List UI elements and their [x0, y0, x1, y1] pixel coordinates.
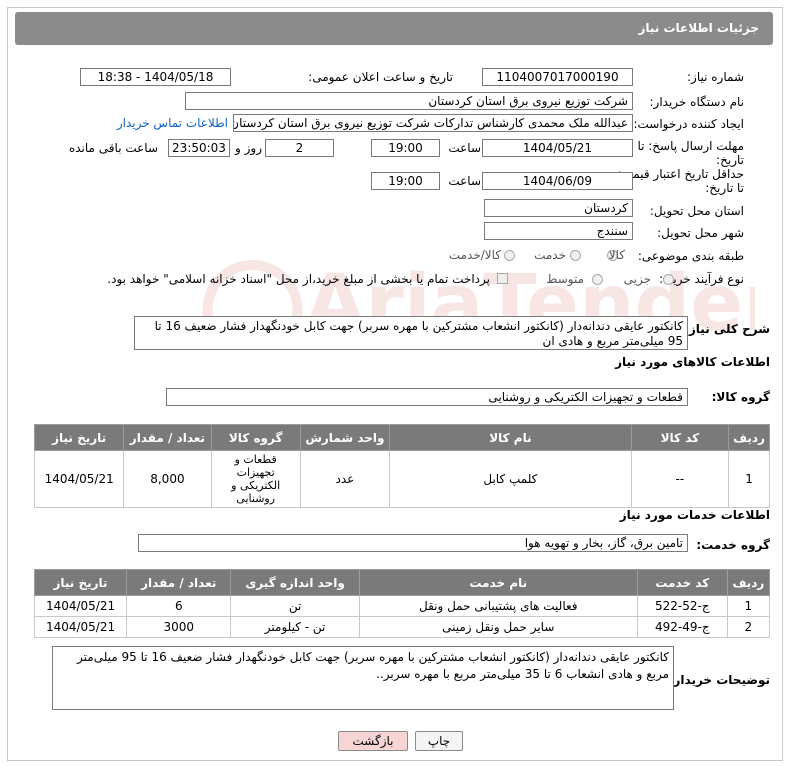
goods-table: ردیف کد کالا نام کالا واحد شمارش گروه کا…: [33, 424, 770, 508]
services-group-label: گروه خدمت:: [696, 538, 770, 552]
services-cell-name: فعالیت های پشتیبانی حمل ونقل: [358, 595, 638, 617]
services-cell-unit: تن: [230, 595, 360, 617]
table-row: 1 -- کلمپ کابل عدد قطعات و تجهیزات الکتر…: [33, 450, 770, 508]
services-col-name: نام خدمت: [358, 569, 638, 596]
radio-minor-label: جزیی: [623, 272, 651, 286]
price-validity-time-label: ساعت: [448, 174, 481, 188]
buyer-notes-textarea: کانکتور عایقی دندانه‌دار (کانکتور انشعاب…: [52, 646, 674, 710]
goods-table-header: ردیف کد کالا نام کالا واحد شمارش گروه کا…: [33, 424, 770, 451]
treasury-checkbox[interactable]: [497, 273, 508, 284]
goods-cell-qty: 8,000: [123, 450, 212, 508]
services-group-field: تامین برق، گاز، بخار و تهویه هوا: [138, 534, 688, 552]
goods-cell-code: --: [630, 450, 730, 508]
goods-col-qty: تعداد / مقدار: [123, 424, 212, 451]
delivery-province-field: کردستان: [484, 199, 633, 217]
announce-datetime-field: 1404/05/18 - 18:38: [80, 68, 231, 86]
radio-service-label: خدمت: [534, 248, 566, 262]
price-validity-label-1: حداقل تاریخ اعتبار قیمت:: [617, 167, 744, 181]
radio-service[interactable]: [570, 250, 581, 261]
goods-col-unit: واحد شمارش: [299, 424, 391, 451]
goods-col-row: ردیف: [728, 424, 770, 451]
services-cell-name: سایر حمل ونقل زمینی: [358, 616, 638, 638]
goods-cell-unit: عدد: [299, 450, 391, 508]
reply-deadline-label-1: مهلت ارسال پاسخ: تا: [637, 139, 744, 153]
services-cell-date: 1404/05/21: [33, 616, 128, 638]
reply-days-label: روز و: [235, 141, 262, 155]
buyer-notes-label: توضیحات خریدار:: [668, 673, 770, 687]
need-number-field: 1104007017000190: [482, 68, 633, 86]
services-col-date: تاریخ نیاز: [33, 569, 128, 596]
price-validity-date: 1404/06/09: [482, 172, 633, 190]
services-section-title: اطلاعات خدمات مورد نیاز: [619, 508, 770, 522]
subject-category-label: طبقه بندی موضوعی:: [637, 249, 744, 263]
services-cell-qty: 3000: [126, 616, 232, 638]
back-button[interactable]: بازگشت: [338, 731, 408, 751]
delivery-province-label: استان محل تحویل:: [649, 204, 744, 218]
services-table-header: ردیف کد خدمت نام خدمت واحد اندازه گیری ت…: [33, 569, 771, 596]
description-textarea: کانکتور عایقی دندانه‌دار (کانکتور انشعاب…: [134, 316, 688, 350]
services-cell-code: ج-52-522: [636, 595, 728, 617]
remaining-time-field: 23:50:03: [168, 139, 230, 157]
services-cell-row: 2: [726, 616, 771, 638]
radio-minor[interactable]: [663, 274, 674, 285]
radio-medium[interactable]: [592, 274, 603, 285]
radio-goods-label: کالا: [608, 248, 625, 262]
page-header: جزئیات اطلاعات نیاز: [15, 12, 773, 45]
goods-section-title: اطلاعات کالاهای مورد نیاز: [615, 355, 770, 369]
treasury-note: پرداخت تمام یا بخشی از مبلغ خرید،از محل …: [107, 272, 490, 286]
price-validity-label-2: تا تاریخ:: [705, 181, 744, 195]
reply-days-field: 2: [265, 139, 334, 157]
radio-goods-service[interactable]: [504, 250, 515, 261]
delivery-city-label: شهر محل تحویل:: [657, 226, 744, 240]
table-row: 2 ج-49-492 سایر حمل ونقل زمینی تن - کیلو…: [33, 616, 771, 638]
services-cell-code: ج-49-492: [636, 616, 728, 638]
services-col-unit: واحد اندازه گیری: [230, 569, 360, 596]
goods-col-name: نام کالا: [389, 424, 632, 451]
services-cell-date: 1404/05/21: [33, 595, 128, 617]
services-cell-qty: 6: [126, 595, 232, 617]
services-col-code: کد خدمت: [636, 569, 728, 596]
remaining-time-label: ساعت باقی مانده: [68, 141, 158, 155]
need-number-label: شماره نیاز:: [687, 70, 744, 84]
radio-medium-label: متوسط: [546, 272, 584, 286]
requester-label: ایجاد کننده درخواست:: [633, 117, 744, 131]
radio-goods-service-label: کالا/خدمت: [448, 248, 501, 262]
table-row: 1 ج-52-522 فعالیت های پشتیبانی حمل ونقل …: [33, 595, 771, 617]
goods-cell-name: کلمپ کابل: [389, 450, 632, 508]
description-label: شرح کلی نیاز:: [684, 322, 770, 336]
goods-col-group: گروه کالا: [210, 424, 301, 451]
price-validity-time: 19:00: [371, 172, 440, 190]
services-table: ردیف کد خدمت نام خدمت واحد اندازه گیری ت…: [33, 569, 771, 638]
reply-deadline-time: 19:00: [371, 139, 440, 157]
page-title: جزئیات اطلاعات نیاز: [638, 21, 759, 35]
announce-datetime-label: تاریخ و ساعت اعلان عمومی:: [308, 70, 453, 84]
goods-group-field: قطعات و تجهیزات الکتریکی و روشنایی: [166, 388, 688, 406]
goods-cell-row: 1: [728, 450, 770, 508]
reply-deadline-time-label: ساعت: [448, 141, 481, 155]
services-cell-row: 1: [726, 595, 771, 617]
services-cell-unit: تن - کیلومتر: [230, 616, 360, 638]
goods-col-code: کد کالا: [630, 424, 730, 451]
requester-field: عبدالله ملک محمدی کارشناس تدارکات شرکت ت…: [233, 114, 633, 132]
delivery-city-field: سنندج: [484, 222, 633, 240]
print-button[interactable]: چاپ: [415, 731, 463, 751]
reply-deadline-date: 1404/05/21: [482, 139, 633, 157]
buyer-org-label: نام دستگاه خریدار:: [649, 95, 745, 109]
buyer-contact-link[interactable]: اطلاعات تماس خریدار: [117, 116, 228, 130]
services-col-row: ردیف: [726, 569, 771, 596]
goods-col-date: تاریخ نیاز: [33, 424, 125, 451]
services-col-qty: تعداد / مقدار: [126, 569, 232, 596]
goods-group-label: گروه کالا:: [711, 390, 770, 404]
buyer-org-field: شرکت توزیع نیروی برق استان کردستان: [185, 92, 633, 110]
goods-cell-group: قطعات و تجهیزات الکتریکی و روشنایی: [210, 450, 301, 508]
reply-deadline-label-2: تاریخ:: [716, 153, 744, 167]
goods-cell-date: 1404/05/21: [33, 450, 125, 508]
